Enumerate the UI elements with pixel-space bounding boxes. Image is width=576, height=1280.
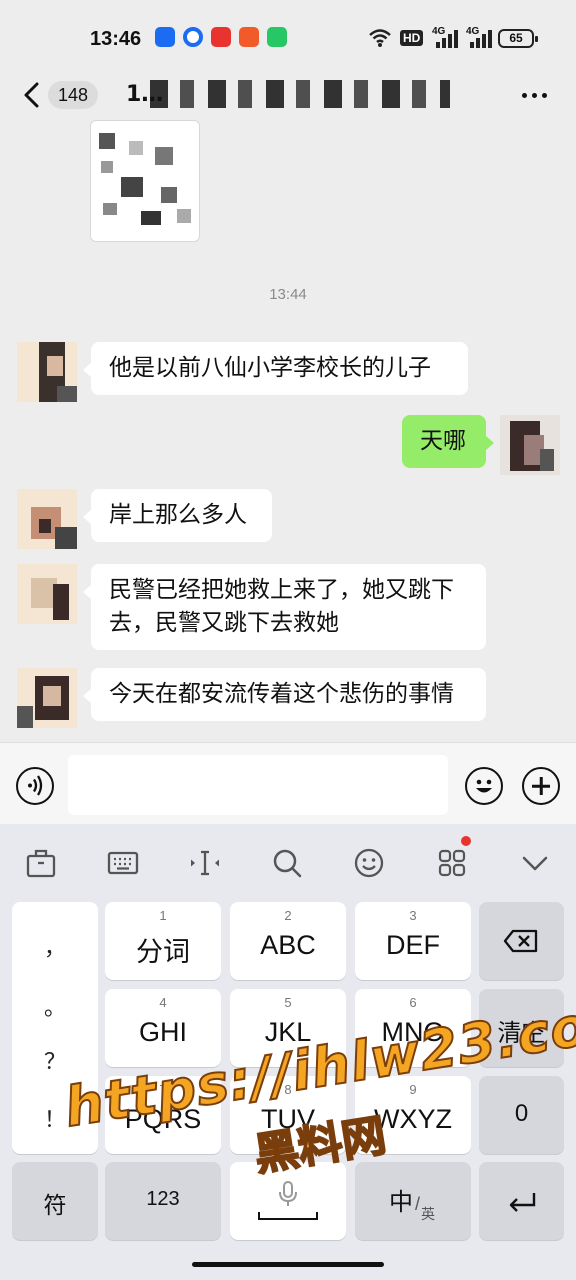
status-bar: 13:46 HD 4G 4G 65	[0, 0, 576, 78]
key-label: TUV	[261, 1104, 315, 1134]
contact-avatar[interactable]	[17, 564, 77, 624]
key-3[interactable]: 3 DEF	[355, 902, 471, 980]
key-2[interactable]: 2 ABC	[230, 902, 346, 980]
contact-avatar[interactable]	[17, 342, 77, 402]
status-time: 13:46	[90, 28, 142, 50]
redacted-title-mosaic	[150, 80, 450, 108]
punct-exclaim[interactable]: ！	[12, 1102, 98, 1134]
briefcase-icon[interactable]	[24, 846, 58, 880]
key-label: 123	[146, 1188, 180, 1210]
battery-indicator: 65	[498, 29, 538, 48]
received-message[interactable]: 他是以前八仙小学李校长的儿子	[83, 342, 468, 395]
keyboard: ， 。 ？ ！ 1 分词 2 ABC 3 DEF 4 GHI 5 JKL 6 M…	[0, 824, 576, 1280]
key-label: 符	[43, 1192, 67, 1218]
add-attachment-icon[interactable]	[522, 767, 560, 805]
chat-header: 148 1…	[0, 70, 576, 120]
image-message[interactable]	[90, 120, 200, 242]
key-number: 2	[284, 908, 292, 923]
emoji-icon[interactable]	[465, 767, 503, 805]
screen: 13:46 HD 4G 4G 65 148 1… 13:44 他是以前八仙小学李…	[0, 0, 576, 1280]
enter-icon	[509, 1193, 536, 1212]
microphone-icon	[279, 1181, 297, 1206]
message-input[interactable]	[68, 755, 448, 815]
key-label: 0	[514, 1100, 529, 1127]
key-label: 分词	[136, 937, 190, 967]
received-message[interactable]: 民警已经把她救上来了，她又跳下去，民警又跳下去救她	[83, 564, 486, 650]
key-number: 5	[284, 995, 292, 1010]
contact-avatar[interactable]	[17, 668, 77, 728]
key-label: GHI	[138, 1017, 187, 1047]
chevron-down-icon[interactable]	[518, 846, 552, 880]
key-number: 6	[409, 995, 417, 1010]
apps-grid-icon[interactable]	[435, 846, 469, 880]
space-bar-glyph	[258, 1212, 318, 1220]
notification-dot	[461, 836, 471, 846]
backspace-icon	[503, 929, 538, 953]
key-label: 清空	[497, 1020, 546, 1047]
received-message[interactable]: 今天在都安流传着这个悲伤的事情	[83, 668, 486, 721]
key-label: JKL	[264, 1017, 312, 1047]
space-key[interactable]	[230, 1162, 346, 1240]
signal-icon	[470, 30, 492, 48]
punct-period[interactable]: 。	[12, 990, 98, 1022]
my-avatar[interactable]	[500, 415, 560, 475]
key-number: 1	[159, 908, 167, 923]
app-notification-icon	[267, 27, 287, 47]
unread-count-badge[interactable]: 148	[48, 81, 99, 109]
key-7[interactable]: 7 PQRS	[105, 1076, 221, 1154]
key-label: WXYZ	[374, 1104, 452, 1134]
app-notification-icon	[183, 27, 203, 47]
message-list[interactable]: 13:44 他是以前八仙小学李校长的儿子 天哪 岸上那么多人 民警已经把她救上来…	[0, 120, 576, 742]
key-4[interactable]: 4 GHI	[105, 989, 221, 1067]
message-timestamp: 13:44	[269, 286, 307, 303]
key-number: 8	[284, 1082, 292, 1097]
key-9[interactable]: 9 WXYZ	[355, 1076, 471, 1154]
symbol-key[interactable]: 符	[12, 1162, 98, 1240]
keyboard-icon[interactable]	[106, 846, 140, 880]
emoji-icon[interactable]	[352, 846, 386, 880]
punctuation-column[interactable]: ， 。 ？ ！	[12, 902, 98, 1154]
language-switch-key[interactable]: 中 / 英	[355, 1162, 471, 1240]
key-label: ABC	[260, 930, 316, 960]
lang-divider: /	[415, 1194, 421, 1214]
key-6[interactable]: 6 MNO	[355, 989, 471, 1067]
cursor-move-icon[interactable]	[188, 846, 222, 880]
voice-input-icon[interactable]	[16, 767, 54, 805]
key-number: 7	[159, 1082, 167, 1097]
backspace-key[interactable]	[479, 902, 564, 980]
key-number: 4	[159, 995, 167, 1010]
punct-question[interactable]: ？	[12, 1044, 98, 1076]
key-0[interactable]: 0	[479, 1076, 564, 1154]
lang-sub-label: 英	[421, 1206, 435, 1222]
search-icon[interactable]	[270, 846, 304, 880]
numeric-key[interactable]: 123	[105, 1162, 221, 1240]
enter-key[interactable]	[479, 1162, 564, 1240]
app-notification-icon	[211, 27, 231, 47]
message-input-bar	[0, 742, 576, 824]
lang-main-label: 中	[389, 1189, 413, 1216]
app-notification-icon	[239, 27, 259, 47]
app-notification-icon	[155, 27, 175, 47]
key-8[interactable]: 8 TUV	[230, 1076, 346, 1154]
punct-comma[interactable]: ，	[12, 930, 98, 962]
sent-message[interactable]: 天哪	[402, 415, 494, 468]
key-number: 3	[409, 908, 417, 923]
key-label: MNO	[381, 1017, 445, 1047]
clear-key[interactable]: 清空	[479, 989, 564, 1067]
received-message[interactable]: 岸上那么多人	[83, 489, 272, 542]
contact-avatar[interactable]	[17, 489, 77, 549]
wifi-icon	[369, 29, 391, 47]
key-label: DEF	[386, 930, 440, 960]
signal-icon	[436, 30, 458, 48]
hd-icon: HD	[400, 30, 424, 46]
key-5[interactable]: 5 JKL	[230, 989, 346, 1067]
home-indicator[interactable]	[192, 1262, 384, 1267]
key-number: 9	[409, 1082, 417, 1097]
back-arrow-icon[interactable]	[22, 82, 44, 108]
more-options-icon[interactable]	[520, 82, 550, 108]
key-1[interactable]: 1 分词	[105, 902, 221, 980]
key-label: PQRS	[124, 1104, 202, 1134]
